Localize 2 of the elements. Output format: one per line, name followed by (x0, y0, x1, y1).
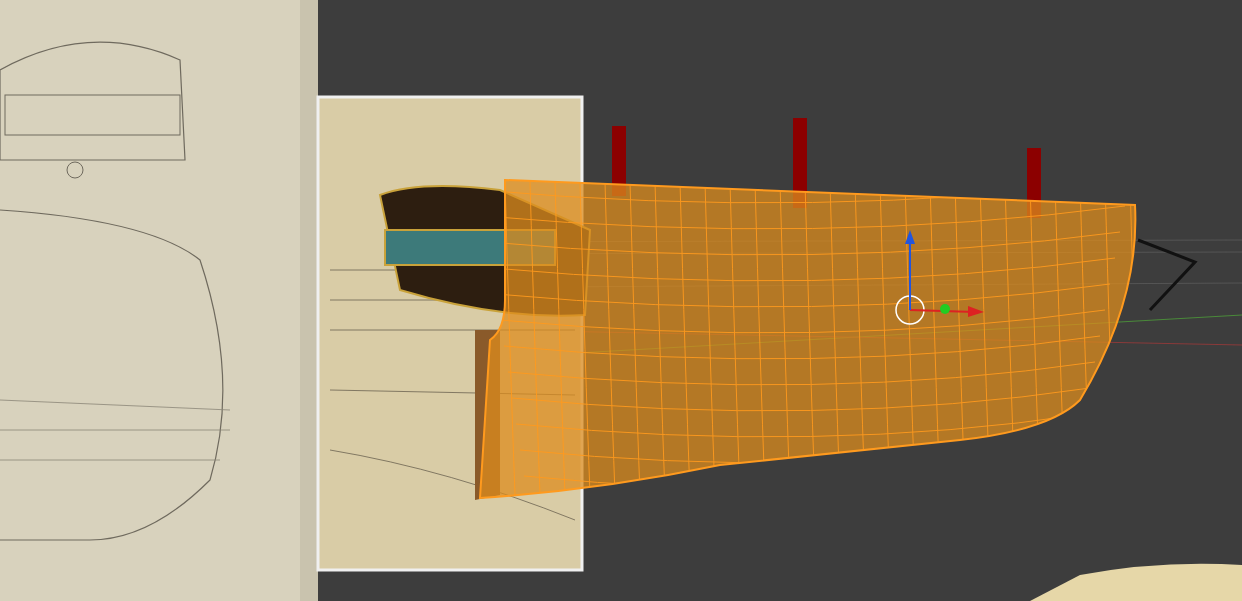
transform-gizmo-icon[interactable] (895, 230, 984, 325)
ship-model-drawing[interactable] (379, 118, 1198, 500)
